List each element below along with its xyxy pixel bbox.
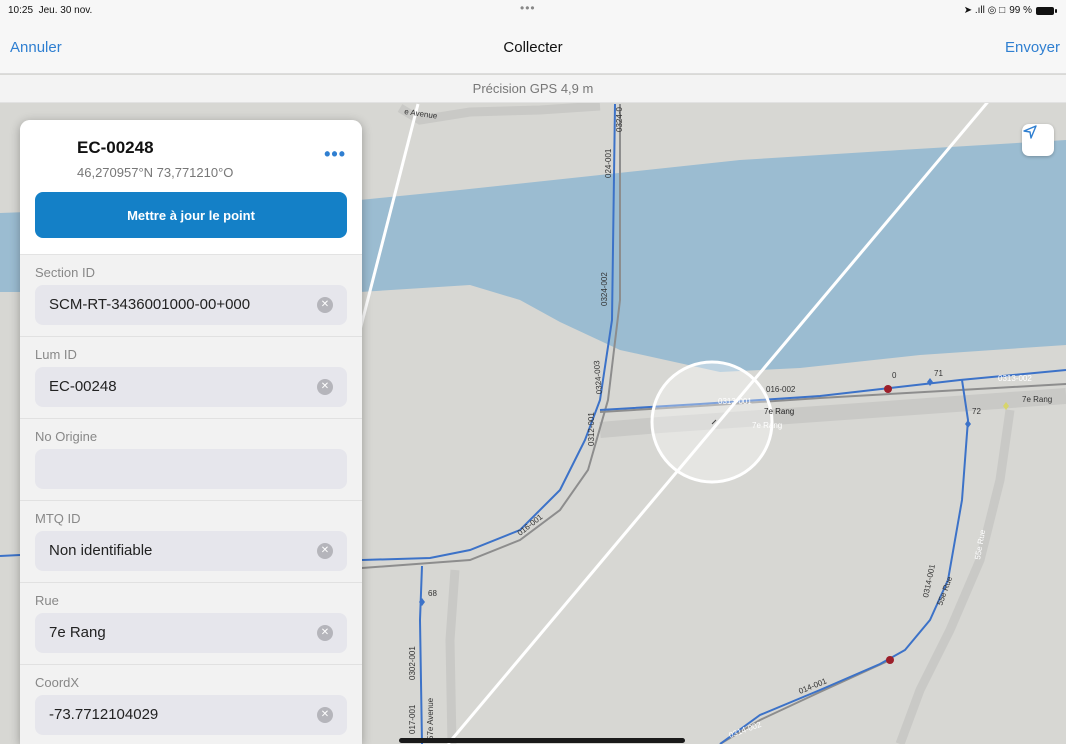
map-label: 7e Rang: [752, 421, 782, 430]
map-label: 55e Rue: [935, 575, 954, 607]
field-label: Section ID: [35, 265, 95, 280]
rue-input[interactable]: 7e Rang ✕: [35, 613, 347, 653]
navigation-bar: Annuler Collecter Envoyer: [0, 22, 1066, 74]
feature-header: EC-00248 46,270957°N 73,771210°O ••• Met…: [20, 120, 362, 255]
signal-wifi-icons: ➤ .ıll ◎ □: [963, 5, 1006, 16]
mtq-id-input[interactable]: Non identifiable ✕: [35, 531, 347, 571]
status-indicators: ➤ .ıll ◎ □ 99 %: [963, 5, 1057, 16]
map-label: 024-001: [604, 148, 613, 178]
map-label: 0313-002: [998, 374, 1032, 383]
battery-icon: [1036, 6, 1057, 15]
field-value: Non identifiable: [49, 542, 153, 559]
field-no-origine: No Origine: [20, 419, 362, 501]
map-label: 7e Rang: [764, 407, 794, 416]
field-coordx: CoordX -73.7712104029 ✕: [20, 665, 362, 744]
clear-icon[interactable]: ✕: [317, 707, 333, 723]
map-label: 0302-001: [408, 646, 417, 680]
network-line-west-edge: [0, 554, 21, 557]
clock-date: Jeu. 30 nov.: [38, 5, 93, 16]
feature-coordinates: 46,270957°N 73,771210°O: [77, 165, 234, 180]
map-point-diamond-72: [965, 420, 971, 428]
clear-icon[interactable]: ✕: [317, 297, 333, 313]
map-point-red-1: [884, 385, 892, 393]
more-options-button[interactable]: •••: [324, 144, 346, 165]
road-57e-avenue: [445, 569, 460, 744]
field-label: Lum ID: [35, 347, 77, 362]
update-point-button[interactable]: Mettre à jour le point: [35, 192, 347, 238]
field-label: Rue: [35, 593, 59, 608]
map-label: 57e Avenue: [426, 697, 435, 740]
feature-form-panel: EC-00248 46,270957°N 73,771210°O ••• Met…: [20, 120, 362, 744]
status-bar: 10:25 Jeu. 30 nov. ••• ➤ .ıll ◎ □ 99 %: [0, 0, 1066, 22]
no-origine-input[interactable]: [35, 449, 347, 489]
map-label: 0324-002: [600, 272, 609, 306]
location-arrow-button[interactable]: [1022, 124, 1054, 156]
map-label: 0324-0: [615, 107, 624, 132]
map-label: 72: [972, 407, 981, 416]
clear-icon[interactable]: ✕: [317, 379, 333, 395]
map-label: 016-002: [766, 385, 796, 394]
field-label: CoordX: [35, 675, 80, 690]
home-indicator[interactable]: [399, 738, 685, 743]
status-time: 10:25 Jeu. 30 nov.: [8, 5, 92, 16]
field-lum-id: Lum ID EC-00248 ✕: [20, 337, 362, 419]
map-label: 0312-001: [587, 412, 596, 446]
map-label: 017-001: [408, 704, 417, 734]
map-label: 68: [428, 589, 437, 598]
field-value: EC-00248: [49, 378, 117, 395]
send-button[interactable]: Envoyer: [1005, 39, 1060, 56]
map-label: 7e Rang: [1022, 395, 1052, 404]
field-value: SCM-RT-3436001000-00+000: [49, 296, 251, 313]
field-value: -73.7712104029: [49, 706, 159, 723]
network-line-57e: [418, 565, 423, 744]
map-label: 0324-003: [592, 360, 604, 395]
feature-id: EC-00248: [77, 138, 154, 157]
map-label: 0: [892, 371, 897, 380]
coordx-input[interactable]: -73.7712104029 ✕: [35, 695, 347, 735]
section-id-input[interactable]: SCM-RT-3436001000-00+000 ✕: [35, 285, 347, 325]
field-label: No Origine: [35, 429, 98, 444]
lum-id-input[interactable]: EC-00248 ✕: [35, 367, 347, 407]
clear-icon[interactable]: ✕: [317, 543, 333, 559]
battery-percent: 99 %: [1009, 5, 1032, 16]
field-label: MTQ ID: [35, 511, 81, 526]
field-value: 7e Rang: [49, 624, 106, 641]
map-label: 0314-001: [921, 563, 937, 598]
gps-accuracy-banner: Précision GPS 4,9 m: [0, 75, 1066, 103]
map-label: 0314-002: [728, 720, 763, 740]
road-55e-rue: [895, 409, 1015, 744]
multitasking-dots-icon[interactable]: •••: [520, 1, 536, 15]
map-label: 0313-001: [718, 397, 752, 406]
clock-time: 10:25: [8, 5, 34, 16]
page-title: Collecter: [503, 39, 563, 56]
field-rue: Rue 7e Rang ✕: [20, 583, 362, 665]
map-label: 71: [934, 369, 943, 378]
field-mtq-id: MTQ ID Non identifiable ✕: [20, 501, 362, 583]
map-point-diamond-71: [927, 378, 933, 386]
field-section-id: Section ID SCM-RT-3436001000-00+000 ✕: [20, 255, 362, 337]
clear-icon[interactable]: ✕: [317, 625, 333, 641]
map-point-red-2: [886, 656, 894, 664]
location-arrow-icon: [1023, 125, 1037, 139]
